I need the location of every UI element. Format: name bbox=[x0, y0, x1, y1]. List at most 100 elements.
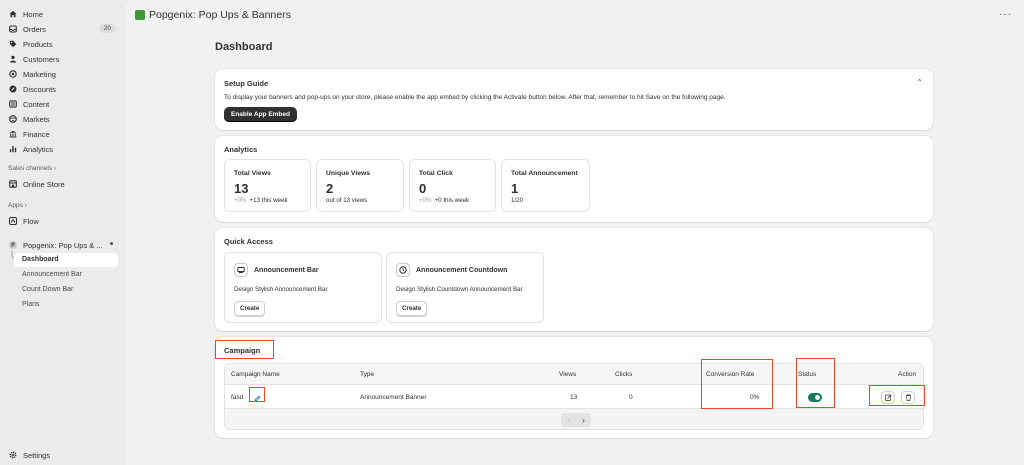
quick-access-announcement-countdown: Announcement Countdown Design Stylish Co… bbox=[386, 252, 544, 323]
status-toggle[interactable] bbox=[808, 393, 822, 402]
col-campaign-name: Campaign Name bbox=[231, 371, 280, 378]
setup-guide-title: Setup Guide bbox=[224, 79, 269, 88]
sidebar-item-flow[interactable]: Flow bbox=[6, 214, 120, 228]
sidebar-item-label: Flow bbox=[23, 216, 39, 226]
analytics-title: Analytics bbox=[224, 145, 258, 154]
sidebar-item-orders[interactable]: Orders 20 bbox=[6, 22, 120, 36]
sidebar-item-label: Popgenix: Pop Ups & ... bbox=[23, 240, 103, 250]
more-actions-button[interactable]: ··· bbox=[999, 9, 1012, 20]
quick-access-desc: Design Stylish Announcement Bar bbox=[234, 286, 328, 293]
sidebar-item-label: Orders bbox=[23, 24, 46, 34]
sidebar-item-label: Settings bbox=[23, 450, 51, 460]
quick-access-title-text: Announcement Bar bbox=[254, 267, 319, 274]
gear-icon bbox=[9, 451, 17, 459]
sidebar-item-content[interactable]: Content bbox=[6, 97, 120, 111]
campaign-name-cell: fasd bbox=[231, 394, 244, 401]
sidebar-subitem-plans[interactable]: Plans bbox=[22, 301, 40, 308]
page-title: Dashboard bbox=[215, 41, 273, 53]
stat-title: Total Views bbox=[234, 170, 271, 177]
sidebar-item-analytics[interactable]: Analytics bbox=[6, 142, 120, 156]
campaign-clicks-cell: 0 bbox=[629, 394, 633, 401]
sidebar-item-label: Marketing bbox=[23, 69, 56, 79]
sidebar-item-marketing[interactable]: Marketing bbox=[6, 67, 120, 81]
bar-icon bbox=[234, 263, 248, 277]
sidebar-item-popgenix[interactable]: Popgenix: Pop Ups & ... bbox=[6, 238, 120, 252]
sidebar-subitem-label: Dashboard bbox=[22, 256, 59, 263]
inbox-icon bbox=[9, 25, 17, 33]
setup-guide-text: To display your banners and pop-ups on y… bbox=[224, 94, 726, 101]
stat-delta: +0% bbox=[419, 197, 432, 204]
stat-value: 2 bbox=[326, 181, 334, 196]
discount-icon bbox=[9, 85, 17, 93]
sidebar-item-label: Finance bbox=[23, 129, 50, 139]
pager-prev-button[interactable]: ‹ bbox=[567, 416, 570, 425]
sidebar-item-discounts[interactable]: Discounts bbox=[6, 82, 120, 96]
campaign-card: Campaign Campaign Name Type Views Clicks… bbox=[215, 337, 933, 438]
col-conversion-rate: Conversion Rate bbox=[706, 371, 755, 378]
apps-heading[interactable]: Apps › bbox=[8, 202, 27, 209]
campaign-conversion-cell: 0% bbox=[750, 394, 760, 401]
app-logo-icon bbox=[9, 241, 17, 249]
stat-total-click: Total Click 0 +0% +0 this week bbox=[409, 159, 496, 212]
sidebar-item-customers[interactable]: Customers bbox=[6, 52, 120, 66]
tag-icon bbox=[9, 40, 17, 48]
target-icon bbox=[9, 70, 17, 78]
sidebar-subitem-dashboard[interactable]: Dashboard bbox=[14, 253, 118, 267]
stat-sub-text: +13 this week bbox=[249, 197, 288, 204]
stat-title: Total Announcement bbox=[511, 170, 578, 177]
sidebar-item-settings[interactable]: Settings bbox=[6, 448, 120, 462]
enable-app-embed-button[interactable]: Enable App Embed bbox=[224, 107, 297, 122]
app-title-bar: Popgenix: Pop Ups & Banners bbox=[135, 9, 291, 21]
sidebar-item-label: Home bbox=[23, 9, 44, 19]
campaign-title: Campaign bbox=[224, 346, 261, 355]
col-views: Views bbox=[559, 371, 577, 378]
stat-sub-text: +0 this week bbox=[434, 197, 470, 204]
create-countdown-button[interactable]: Create bbox=[396, 301, 428, 316]
stat-delta: +0% bbox=[234, 197, 247, 204]
analytics-card: Analytics Total Views 13 +0% +13 this wee… bbox=[215, 136, 933, 222]
stat-unique-views: Unique Views 2 out of 13 views bbox=[316, 159, 404, 212]
delete-campaign-button[interactable] bbox=[901, 391, 915, 404]
globe-icon bbox=[9, 115, 17, 123]
sidebar-item-markets[interactable]: Markets bbox=[6, 112, 120, 126]
sales-channels-heading[interactable]: Sales channels › bbox=[8, 165, 56, 172]
sidebar-item-finance[interactable]: Finance bbox=[6, 127, 120, 141]
sidebar-item-label: Customers bbox=[23, 54, 60, 64]
stat-sub-text: out of 13 views bbox=[326, 197, 368, 204]
sidebar-item-products[interactable]: Products bbox=[6, 37, 120, 51]
quick-access-title: Quick Access bbox=[224, 237, 273, 246]
sidebar-item-label: Discounts bbox=[23, 84, 56, 94]
chart-icon bbox=[9, 145, 17, 153]
stat-total-announcement: Total Announcement 1 1/20 bbox=[501, 159, 590, 212]
edit-name-pencil-icon[interactable] bbox=[252, 393, 263, 403]
stat-value: 1 bbox=[511, 181, 519, 196]
edit-icon bbox=[884, 394, 892, 401]
sidebar-item-label: Analytics bbox=[23, 144, 54, 154]
pager-next-button[interactable]: › bbox=[582, 416, 585, 425]
stat-value: 13 bbox=[234, 181, 249, 196]
sidebar-item-label: Online Store bbox=[23, 179, 65, 189]
stat-title: Unique Views bbox=[326, 170, 371, 177]
sidebar-subitem-count-down-bar[interactable]: Count Down Bar bbox=[22, 286, 73, 293]
stat-value: 0 bbox=[419, 181, 427, 196]
sidebar-subitem-announcement-bar[interactable]: Announcement Bar bbox=[22, 271, 82, 278]
quick-access-title-text: Announcement Countdown bbox=[416, 267, 508, 274]
trash-icon bbox=[905, 394, 911, 401]
app-logo-icon bbox=[135, 10, 145, 20]
col-clicks: Clicks bbox=[615, 371, 633, 378]
create-announcement-bar-button[interactable]: Create bbox=[234, 301, 266, 316]
sidebar-item-online-store[interactable]: Online Store bbox=[6, 177, 120, 191]
orders-count-badge: 20 bbox=[98, 24, 116, 33]
sidebar-item-home[interactable]: Home bbox=[6, 7, 120, 21]
pin-dot-icon bbox=[110, 242, 113, 245]
collapse-chevron-icon[interactable]: ⌃ bbox=[916, 78, 923, 87]
store-icon bbox=[9, 180, 17, 188]
edit-campaign-button[interactable] bbox=[881, 391, 895, 404]
bank-icon bbox=[9, 130, 17, 138]
quick-access-card: Quick Access Announcement Bar Design Sty… bbox=[215, 228, 933, 331]
pagination: ‹ › bbox=[561, 413, 591, 427]
stat-sub-text: 1/20 bbox=[511, 197, 524, 204]
stat-total-views: Total Views 13 +0% +13 this week bbox=[224, 159, 311, 212]
flow-icon bbox=[9, 217, 17, 225]
sidebar: Home Orders 20 Products Customers Market… bbox=[0, 0, 126, 465]
